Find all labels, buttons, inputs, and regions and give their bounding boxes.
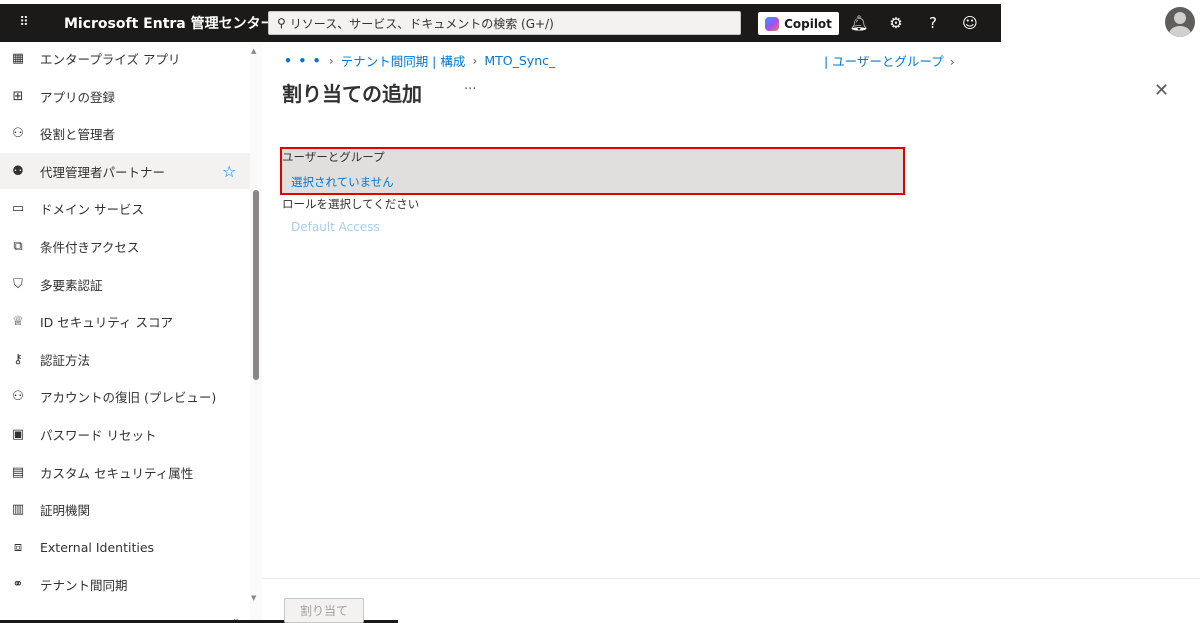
sidebar-item[interactable]: ⧉ 条件付きアクセス [0,228,250,264]
waffle-icon[interactable]: ⠿ [12,12,36,34]
sidebar-item-label: パスワード リセット [40,427,157,443]
sidebar-item[interactable]: ⧈ External Identities [0,529,250,565]
sidebar-item-label: 役割と管理者 [40,126,116,142]
bell-icon[interactable]: 🔔︎ [848,12,870,34]
breadcrumb-item-users-groups[interactable]: | ユーザーとグループ › [824,51,955,70]
users-groups-link[interactable]: 選択されていません [291,174,394,190]
feedback-icon[interactable]: ☺ [959,12,981,34]
portal-title[interactable]: Microsoft Entra 管理センター [64,13,275,33]
enterprise-apps-icon: ▦ [11,50,25,66]
breadcrumb-item-cross-tenant-sync[interactable]: テナント間同期 | 構成 [341,51,466,70]
external-identities-icon: ⧈ [13,539,23,555]
breadcrumb-ellipsis[interactable]: • • • [284,53,322,68]
scroll-thumb[interactable] [253,190,259,380]
breadcrumb-item-mto-sync[interactable]: MTO_Sync_ [484,53,555,68]
sidebar-item[interactable]: ⚭ テナント間同期 [0,566,250,602]
sidebar-item[interactable]: ⚷ 認証方法 [0,341,250,377]
cross-tenant-sync-icon: ⚭ [12,576,24,592]
sidebar-item[interactable]: ▣ パスワード リセット [0,416,250,452]
favorite-star-icon[interactable]: ☆ [222,162,236,181]
password-reset-icon: ▣ [11,426,25,442]
sidebar-item-label: 認証方法 [40,352,91,368]
search-input[interactable]: ⚲ リソース、サービス、ドキュメントの検索 (G+/) [268,11,741,35]
sidebar-item-label: アカウントの復旧 (プレビュー) [40,389,217,405]
sidebar-item-label: 条件付きアクセス [40,239,140,255]
avatar[interactable] [1165,7,1195,37]
account-recovery-icon: ⚇ [12,388,24,404]
conditional-access-icon: ⧉ [13,238,23,254]
auth-methods-icon: ⚷ [13,351,23,367]
custom-attributes-icon: ▤ [11,464,25,480]
breadcrumb-trailing-label: | ユーザーとグループ [824,54,944,69]
domain-services-icon: ▭ [11,200,25,216]
chevron-right-icon: › [328,53,334,68]
avatar-head [1174,12,1186,24]
top-bar: ⠿ Microsoft Entra 管理センター ⚲ リソース、サービス、ドキュ… [0,0,1200,44]
roles-icon: ⚇ [12,125,24,141]
sidebar-item-label: ID セキュリティ スコア [40,314,174,330]
trophy-icon: ♕ [12,313,24,329]
scroll-up-icon[interactable]: ▲ [251,47,256,55]
sidebar-item[interactable]: ▥ 証明機関 [0,491,250,527]
scroll-down-icon[interactable]: ▼ [251,594,256,602]
sidebar-item[interactable]: ⚉ 代理管理者パートナー ☆ [0,153,250,189]
users-groups-label: ユーザーとグループ [282,150,385,164]
sidebar-item-label: エンタープライズ アプリ [40,51,181,67]
sidebar-item[interactable]: ⛉ 多要素認証 [0,266,250,302]
delegated-admin-icon: ⚉ [12,163,24,179]
role-value[interactable]: Default Access [291,220,380,234]
page-title: 割り当ての追加 [282,82,422,106]
copilot-icon [765,16,780,31]
close-icon[interactable]: ✕ [1154,80,1169,101]
header-bar: ⠿ Microsoft Entra 管理センター ⚲ リソース、サービス、ドキュ… [0,4,1001,42]
search-icon: ⚲ [277,16,286,30]
sidebar-item[interactable]: ▤ カスタム セキュリティ属性 [0,454,250,490]
breadcrumb: • • • › テナント間同期 | 構成 › MTO_Sync_ [284,51,555,70]
sidebar-item-label: 多要素認証 [40,277,103,293]
sidebar-item-label: External Identities [40,539,155,555]
more-options-icon[interactable]: ··· [464,82,476,97]
chevron-right-icon: › [472,53,478,68]
gear-icon[interactable]: ⚙ [885,12,907,34]
sidebar-item-label: カスタム セキュリティ属性 [40,465,194,481]
chevron-right-icon: › [949,54,955,69]
help-icon[interactable]: ? [922,12,944,34]
copilot-label: Copilot [784,16,832,31]
sidebar-item-label: テナント間同期 [40,577,128,593]
search-placeholder: リソース、サービス、ドキュメントの検索 (G+/) [289,16,554,31]
sidebar-item-label: ドメイン サービス [40,201,144,217]
mfa-icon: ⛉ [13,276,23,292]
sidebar-item[interactable]: ▦ エンタープライズ アプリ [0,40,250,76]
sidebar-item[interactable]: ♕ ID セキュリティ スコア [0,303,250,339]
sidebar-item[interactable]: ▭ ドメイン サービス [0,190,250,226]
avatar-shoulder [1169,26,1191,37]
sidebar-item[interactable]: ⚇ 役割と管理者 [0,115,250,151]
sidebar-item-label: アプリの登録 [40,89,116,105]
role-label: ロールを選択してください [282,197,420,211]
assign-button[interactable]: 割り当て [284,598,364,623]
footer-divider [263,578,1200,579]
sidebar-item[interactable]: ⊞ アプリの登録 [0,78,250,114]
sidebar-item-label: 証明機関 [40,502,91,518]
app-registration-icon: ⊞ [12,88,24,104]
sidebar-item[interactable]: ⚇ アカウントの復旧 (プレビュー) [0,378,250,414]
sidebar-item-label: 代理管理者パートナー [40,164,166,180]
copilot-button[interactable]: Copilot [758,12,839,35]
sidebar: ▦ エンタープライズ アプリ ⊞ アプリの登録 ⚇ 役割と管理者 ⚉ 代理管理者パートナー ☆ ▭… [0,44,262,623]
certificate-icon: ▥ [11,501,25,517]
